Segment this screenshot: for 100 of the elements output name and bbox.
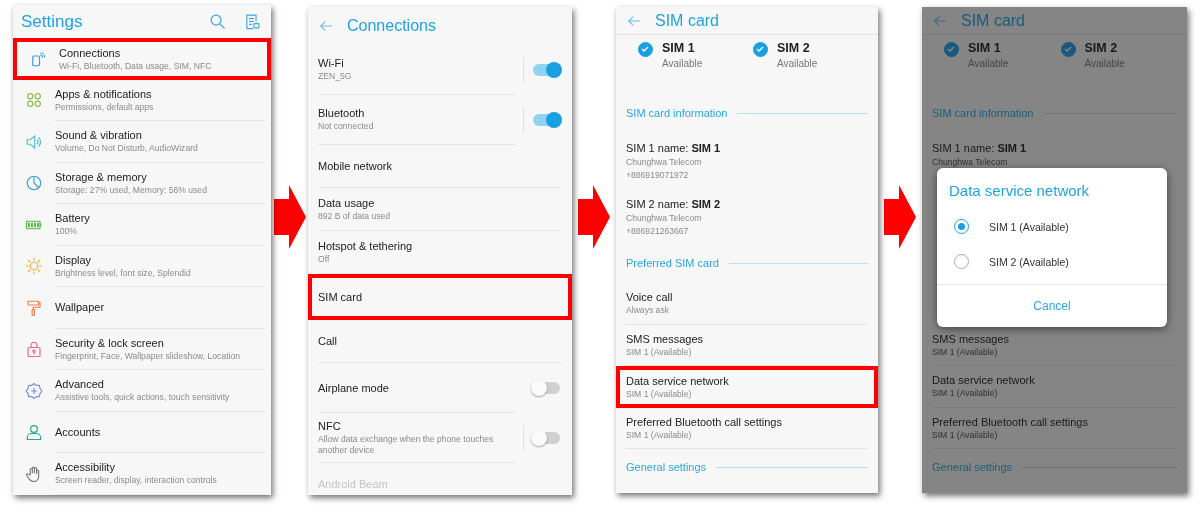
item-title: Accounts — [55, 425, 102, 438]
pointer-arrow — [884, 185, 916, 249]
settings-item[interactable]: Battery 100% — [13, 204, 271, 246]
screen-title: Settings — [21, 11, 83, 32]
item-title: Battery — [55, 212, 91, 225]
sim-status: Available — [1084, 58, 1125, 69]
option-label: SIM 1 (Available) — [989, 220, 1069, 233]
settings-item[interactable]: Accessibility Screen reader, display, interaction controls — [13, 453, 271, 495]
settings-item[interactable]: Call — [308, 320, 572, 363]
settings-item[interactable]: Hotspot & tethering Off — [308, 231, 572, 274]
item-subtitle: SIM 1 (Available) — [626, 388, 693, 399]
checkbox[interactable] — [638, 42, 653, 57]
item-subtitle: SIM 1 (Available) — [626, 429, 693, 440]
toggle-switch[interactable] — [533, 114, 560, 126]
item-subtitle: Chunghwa Telecom — [932, 157, 1008, 167]
item-subtitle: 892 B of data used — [318, 211, 392, 221]
item-subtitle: +886921263667 — [626, 226, 689, 236]
item-subtitle: ZEN_5G — [318, 71, 353, 82]
gear-icon — [25, 381, 43, 400]
item-subtitle: 100% — [55, 226, 78, 237]
settings-item[interactable]: Wi-Fi ZEN_5G — [308, 45, 572, 95]
toggle-switch[interactable] — [533, 432, 560, 444]
section-title: General settings — [626, 461, 707, 473]
item-title: SIM 2 name: SIM 2 — [626, 198, 721, 210]
item-subtitle: Wi-Fi, Bluetooth, Data usage, SIM, NFC — [59, 60, 213, 71]
item-title: Advanced — [55, 378, 105, 391]
settings-item[interactable]: Wallpaper — [13, 287, 271, 329]
settings-item[interactable]: Airplane mode — [308, 363, 572, 413]
settings-item[interactable]: SIM 2 name: SIM 2 Chunghwa Telecom +886921263667 — [616, 187, 878, 243]
settings-item[interactable]: Display Brightness level, font size, Splendid — [13, 245, 271, 287]
checkbox[interactable] — [1060, 42, 1076, 57]
settings-item[interactable]: Data service network SIM 1 (Available) — [922, 366, 1187, 408]
settings-item[interactable]: Storage & memory Storage: 27% used, Memory: 56% used — [13, 162, 271, 204]
document-icon[interactable] — [244, 13, 261, 30]
dialog-title: Data service network — [948, 181, 1091, 201]
item-title: Voice call — [626, 291, 674, 304]
item-title: SMS messages — [932, 332, 1011, 345]
item-title: Connections — [59, 46, 122, 59]
item-title: Preferred Bluetooth call settings — [932, 415, 1089, 428]
item-title: Storage & memory — [55, 170, 148, 183]
screen-title: Connections — [347, 17, 436, 35]
settings-item[interactable]: NFC Allow data exchange when the phone touches another device — [308, 413, 572, 463]
phone-signal-icon — [29, 49, 47, 68]
item-title: Mobile network — [318, 160, 393, 172]
settings-item[interactable]: SIM 1 name: SIM 1 Chunghwa Telecom +886919071972 — [616, 131, 878, 187]
settings-item[interactable]: Connections Wi-Fi, Bluetooth, Data usage, SIM, NFC — [13, 38, 271, 80]
item-subtitle: Assistive tools, quick actions, touch sensitivity — [55, 392, 231, 403]
item-title: Preferred Bluetooth call settings — [626, 415, 783, 428]
screen-title: SIM card — [961, 11, 1025, 30]
item-title: Call — [318, 335, 338, 347]
item-title: Wallpaper — [55, 301, 106, 314]
settings-item[interactable]: Security & lock screen Fingerprint, Face, Wallpaper slideshow, Location — [13, 328, 271, 370]
checkbox[interactable] — [753, 42, 768, 57]
settings-item[interactable]: Apps & notifications Permissions, default apps — [13, 79, 271, 121]
item-subtitle: Screen reader, display, interaction controls — [55, 475, 218, 486]
pointer-arrow — [273, 185, 306, 249]
settings-item[interactable]: Accounts — [13, 411, 271, 453]
item-subtitle: SIM 1 (Available) — [626, 346, 693, 357]
settings-item[interactable]: SMS messages SIM 1 (Available) — [616, 324, 878, 366]
item-title: Accessibility — [55, 461, 116, 474]
settings-item[interactable]: Preferred Bluetooth call settings SIM 1 (Available) — [616, 407, 878, 449]
item-subtitle: SIM 1 (Available) — [932, 429, 999, 440]
speaker-icon — [25, 132, 43, 151]
settings-item[interactable]: SIM card — [308, 274, 572, 320]
sim-status: Available — [968, 58, 1009, 69]
option-label: SIM 2 (Available) — [989, 255, 1069, 268]
item-title: Apps & notifications — [55, 87, 153, 100]
item-subtitle: SIM 1 (Available) — [932, 388, 999, 399]
person-icon — [25, 423, 43, 442]
pie-chart-icon — [25, 174, 43, 193]
sim-name: SIM 2 — [777, 41, 811, 55]
back-icon[interactable] — [318, 18, 334, 34]
item-subtitle: Permissions, default apps — [55, 101, 155, 112]
item-subtitle: Chunghwa Telecom — [626, 213, 702, 223]
search-icon[interactable] — [209, 13, 226, 30]
toggle-switch[interactable] — [533, 382, 560, 394]
screen-title: SIM card — [655, 11, 719, 30]
settings-item[interactable]: Data usage 892 B of data used — [308, 188, 572, 231]
item-title: NFC — [318, 419, 342, 432]
settings-item[interactable]: Data service network SIM 1 (Available) — [616, 366, 878, 408]
settings-item[interactable]: Mobile network — [308, 145, 572, 188]
lock-icon — [25, 340, 43, 359]
item-subtitle: Allow data exchange when the phone touches another device — [318, 433, 495, 456]
sim-status: Available — [777, 58, 818, 69]
settings-item[interactable]: Voice call Always ask — [616, 283, 878, 325]
item-subtitle: +886919071972 — [626, 170, 689, 180]
settings-item[interactable]: Advanced Assistive tools, quick actions, touch sensitivity — [13, 370, 271, 412]
section-title: SIM card information — [932, 107, 1034, 119]
item-title: SMS messages — [626, 332, 705, 345]
settings-item[interactable]: Bluetooth Not connected — [308, 95, 572, 145]
item-title: Bluetooth — [318, 107, 366, 120]
item-title: Sound & vibration — [55, 129, 143, 142]
toggle-switch[interactable] — [533, 64, 560, 76]
settings-item[interactable]: Sound & vibration Volume, Do Not Disturb, AudioWizard — [13, 121, 271, 163]
settings-item[interactable]: Preferred Bluetooth call settings SIM 1 (Available) — [922, 407, 1187, 449]
item-title: SIM card — [318, 291, 363, 303]
section-title: SIM card information — [626, 107, 728, 119]
sim-status: Available — [662, 58, 703, 69]
item-subtitle: SIM 1 (Available) — [932, 346, 999, 357]
checkbox[interactable] — [944, 42, 959, 57]
